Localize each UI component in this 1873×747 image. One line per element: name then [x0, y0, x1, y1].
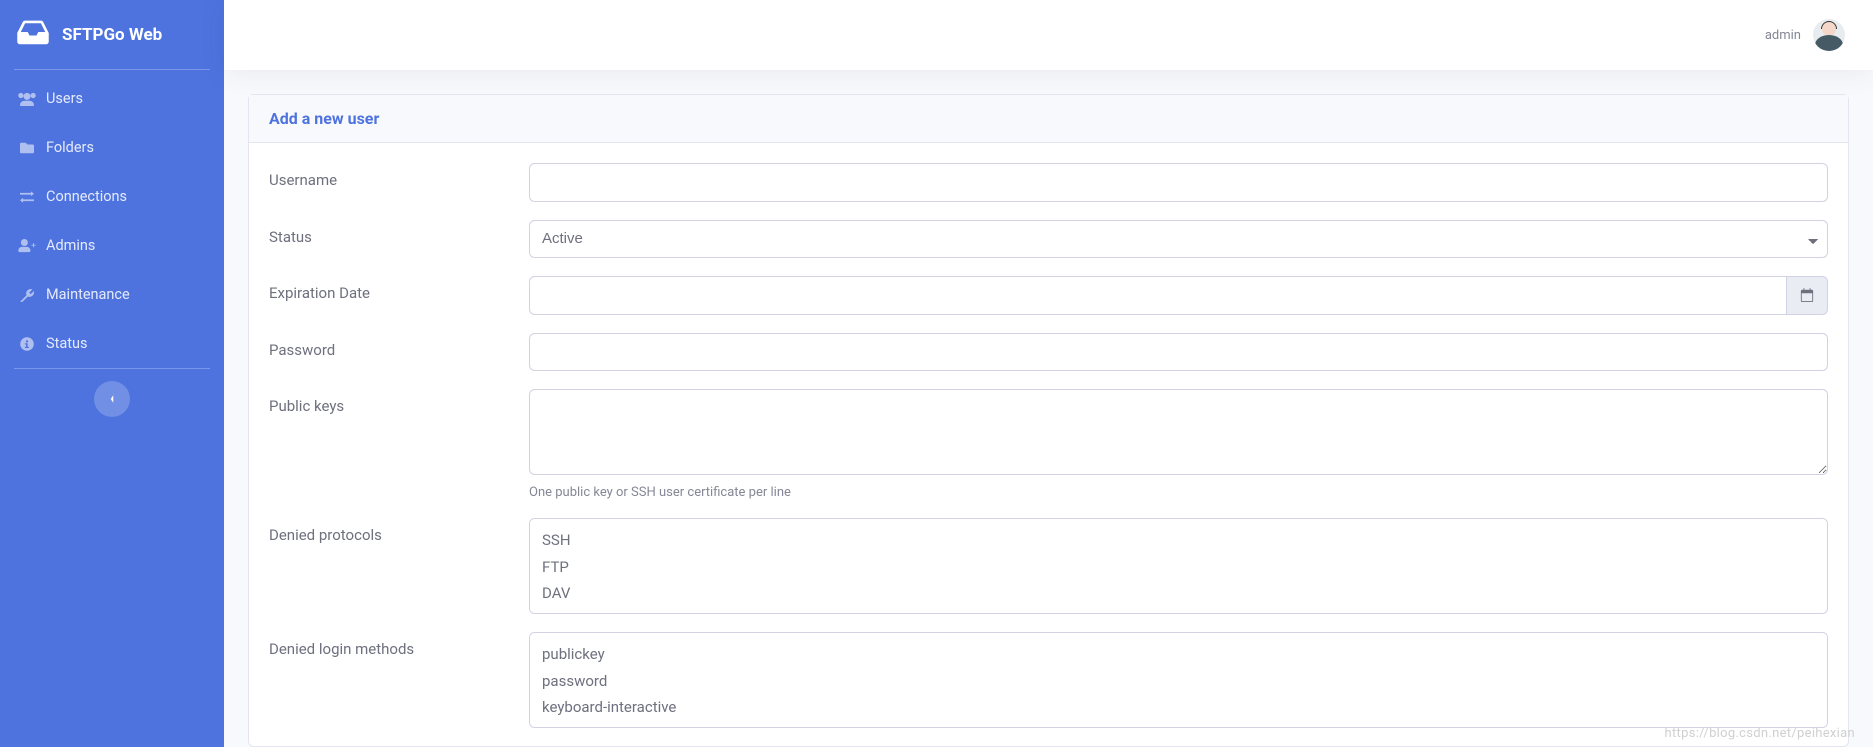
- denied-logins-label: Denied login methods: [269, 632, 529, 658]
- sidebar-item-label: Status: [46, 335, 87, 352]
- users-icon: [18, 92, 36, 106]
- username-input[interactable]: [529, 163, 1828, 202]
- denied-protocols-listbox[interactable]: SSHFTPDAV: [529, 518, 1828, 614]
- denied-protocols-label: Denied protocols: [269, 518, 529, 544]
- denied-protocols-option[interactable]: DAV: [530, 580, 1827, 607]
- sidebar-item-maintenance[interactable]: Maintenance: [0, 270, 224, 319]
- content-area: Add a new user Username Status Active Ex…: [224, 70, 1873, 747]
- sidebar-item-label: Maintenance: [46, 286, 130, 303]
- avatar[interactable]: [1813, 19, 1845, 51]
- folder-icon: [18, 141, 36, 155]
- card: Add a new user Username Status Active Ex…: [248, 94, 1849, 747]
- topbar-username: admin: [1765, 28, 1801, 43]
- card-title: Add a new user: [249, 95, 1848, 143]
- denied-logins-option[interactable]: keyboard-interactive: [530, 694, 1827, 721]
- sidebar-item-admins[interactable]: Admins: [0, 221, 224, 270]
- calendar-icon: [1800, 288, 1814, 302]
- denied-protocols-option[interactable]: FTP: [530, 554, 1827, 581]
- topbar: admin: [224, 0, 1873, 70]
- chevron-left-icon: [107, 394, 117, 404]
- admin-icon: [18, 239, 36, 253]
- form: Username Status Active Expiration Date: [249, 143, 1848, 728]
- sidebar: SFTPGo Web Users Folders Connections Admins…: [0, 0, 224, 747]
- sidebar-item-connections[interactable]: Connections: [0, 172, 224, 221]
- status-label: Status: [269, 220, 529, 246]
- password-input[interactable]: [529, 333, 1828, 372]
- sidebar-item-label: Connections: [46, 188, 127, 205]
- username-label: Username: [269, 163, 529, 189]
- expiration-label: Expiration Date: [269, 276, 529, 302]
- sidebar-item-status[interactable]: Status: [0, 319, 224, 368]
- sidebar-item-label: Admins: [46, 237, 95, 254]
- denied-logins-option[interactable]: publickey+password: [530, 721, 1827, 729]
- denied-logins-option[interactable]: password: [530, 668, 1827, 695]
- exchange-icon: [18, 190, 36, 204]
- denied-logins-option[interactable]: publickey: [530, 641, 1827, 668]
- denied-protocols-option[interactable]: SSH: [530, 527, 1827, 554]
- password-label: Password: [269, 333, 529, 359]
- sidebar-collapse-button[interactable]: [94, 381, 130, 417]
- info-icon: [18, 337, 36, 351]
- denied-logins-listbox[interactable]: publickeypasswordkeyboard-interactivepub…: [529, 632, 1828, 728]
- watermark: https://blog.csdn.net/peihexian: [1665, 726, 1855, 741]
- brand[interactable]: SFTPGo Web: [0, 0, 224, 69]
- publickeys-label: Public keys: [269, 389, 529, 415]
- sidebar-item-users[interactable]: Users: [0, 74, 224, 123]
- calendar-button[interactable]: [1787, 276, 1828, 315]
- status-select[interactable]: Active: [529, 220, 1828, 259]
- expiration-input[interactable]: [529, 276, 1787, 315]
- sidebar-item-label: Folders: [46, 139, 94, 156]
- publickeys-textarea[interactable]: [529, 389, 1828, 475]
- publickeys-hint: One public key or SSH user certificate p…: [529, 485, 1828, 500]
- sidebar-item-label: Users: [46, 90, 83, 107]
- brand-title: SFTPGo Web: [62, 25, 162, 45]
- sidebar-item-folders[interactable]: Folders: [0, 123, 224, 172]
- brand-logo-icon: [16, 18, 62, 51]
- wrench-icon: [18, 288, 36, 302]
